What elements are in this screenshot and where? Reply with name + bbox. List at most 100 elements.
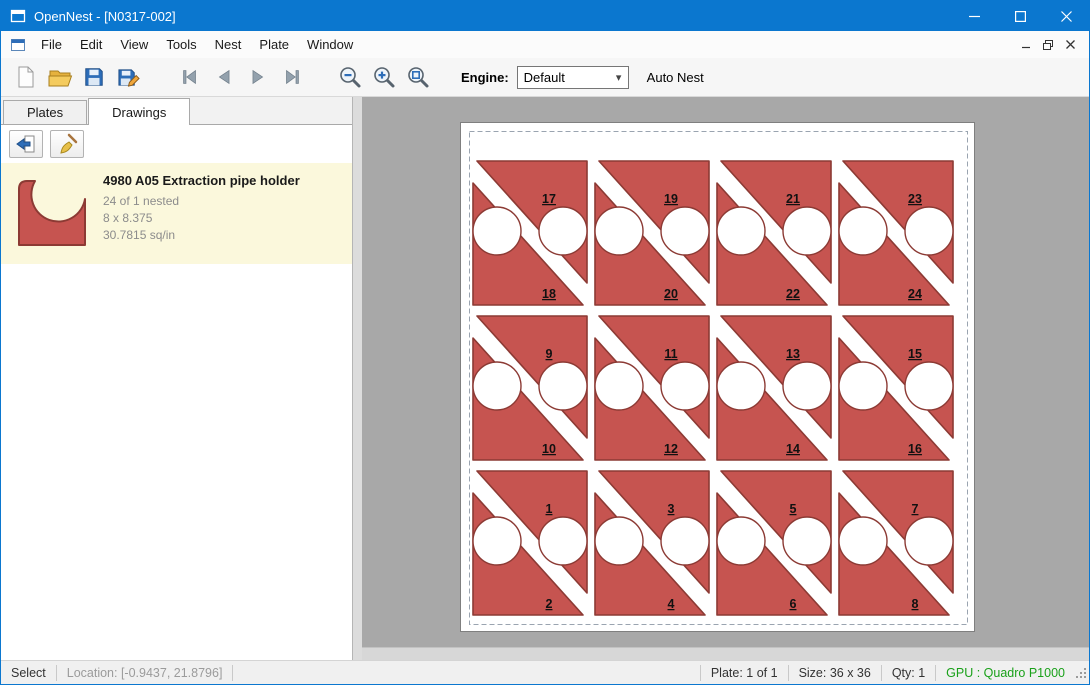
maximize-button[interactable] [997, 1, 1043, 31]
nest-canvas[interactable]: 171819202122232491011121314151612345678 [362, 97, 1089, 660]
new-button[interactable] [9, 61, 43, 93]
menu-item-plate[interactable]: Plate [250, 31, 298, 58]
zoom-fit-icon [406, 65, 430, 89]
status-separator [232, 665, 233, 681]
main-toolbar: Engine: Default ▾ Auto Nest [1, 58, 1089, 97]
open-button[interactable] [43, 61, 77, 93]
part-number-label: 23 [908, 192, 922, 206]
part-number-label: 1 [546, 502, 553, 516]
horizontal-scrollbar[interactable] [362, 647, 1089, 660]
part-number-label: 5 [790, 502, 797, 516]
minimize-button[interactable] [951, 1, 997, 31]
part-thumbnail [11, 169, 103, 256]
menu-item-nest[interactable]: Nest [206, 31, 251, 58]
part-number-label: 8 [912, 597, 919, 611]
engine-label: Engine: [461, 70, 509, 85]
title-bar: OpenNest - [N0317-002] [1, 1, 1089, 31]
import-drawing-button[interactable] [9, 130, 43, 158]
drawing-dimensions: 8 x 8.375 [103, 210, 300, 227]
window-title: OpenNest - [N0317-002] [34, 9, 176, 24]
mdi-minimize-button[interactable] [1015, 35, 1037, 55]
mdi-system-icon[interactable] [10, 37, 26, 53]
zoom-in-button[interactable] [367, 61, 401, 93]
status-size: Size: 36 x 36 [789, 661, 881, 684]
nested-part-pair[interactable]: 23 24 [839, 161, 953, 305]
part-number-label: 15 [908, 347, 922, 361]
app-window: OpenNest - [N0317-002] File Edit View To… [0, 0, 1090, 685]
menu-item-file[interactable]: File [32, 31, 71, 58]
close-button[interactable] [1043, 1, 1089, 31]
part-number-label: 22 [786, 287, 800, 301]
nav-next-button[interactable] [241, 61, 275, 93]
part-number-label: 12 [664, 442, 678, 456]
save-edit-button[interactable] [111, 61, 145, 93]
part-number-label: 24 [908, 287, 922, 301]
part-number-label: 11 [664, 347, 677, 361]
part-number-label: 21 [786, 192, 800, 206]
save-button[interactable] [77, 61, 111, 93]
zoom-fit-button[interactable] [401, 61, 435, 93]
nested-part-pair[interactable]: 1920 [595, 161, 709, 305]
save-icon [83, 66, 105, 88]
nav-prev-button[interactable] [207, 61, 241, 93]
part-number-label: 17 [542, 192, 556, 206]
part-number-label: 16 [908, 442, 922, 456]
status-qty: Qty: 1 [882, 661, 935, 684]
save-edit-icon [117, 66, 140, 89]
auto-nest-button[interactable]: Auto Nest [647, 70, 704, 85]
nested-part-pair[interactable]: 78 [839, 471, 953, 615]
mdi-close-button[interactable] [1059, 35, 1081, 55]
chevron-down-icon: ▾ [610, 71, 628, 84]
part-number-label: 14 [786, 442, 800, 456]
drawing-list-empty-area [1, 264, 352, 660]
part-number-label: 7 [912, 502, 919, 516]
nested-part-pair[interactable]: 910 [473, 316, 587, 460]
nav-first-button[interactable] [173, 61, 207, 93]
resize-grip[interactable] [1075, 667, 1087, 682]
zoom-out-button[interactable] [333, 61, 367, 93]
menu-item-tools[interactable]: Tools [157, 31, 205, 58]
drawing-nested-count: 24 of 1 nested [103, 193, 300, 210]
menu-item-edit[interactable]: Edit [71, 31, 111, 58]
engine-value: Default [518, 70, 610, 85]
drawings-panel: Plates Drawings 4980 A05 Extractio [1, 97, 353, 660]
status-plate: Plate: 1 of 1 [701, 661, 788, 684]
clear-drawings-button[interactable] [50, 130, 84, 158]
open-folder-icon [48, 66, 73, 88]
menu-item-window[interactable]: Window [298, 31, 362, 58]
status-gpu: GPU : Quadro P1000 [936, 661, 1075, 684]
nested-part-pair[interactable]: 12 [473, 471, 587, 615]
status-mode: Select [1, 661, 56, 684]
zoom-in-icon [372, 65, 396, 89]
menu-item-view[interactable]: View [111, 31, 157, 58]
tab-drawings[interactable]: Drawings [88, 98, 190, 125]
status-bar: Select Location: [-0.9437, 21.8796] Plat… [1, 660, 1089, 684]
app-icon [10, 8, 26, 24]
first-arrow-icon [178, 66, 202, 88]
new-file-icon [15, 65, 37, 89]
nested-part-pair[interactable]: 1718 [473, 161, 587, 305]
panel-tabstrip: Plates Drawings [1, 97, 352, 125]
part-number-label: 19 [664, 192, 678, 206]
panel-splitter[interactable] [353, 97, 362, 660]
drawing-list-item[interactable]: 4980 A05 Extraction pipe holder 24 of 1 … [1, 163, 352, 264]
mdi-restore-button[interactable] [1037, 35, 1059, 55]
nested-part-pair[interactable]: 56 [717, 471, 831, 615]
nav-last-button[interactable] [275, 61, 309, 93]
engine-select[interactable]: Default ▾ [517, 66, 629, 89]
last-arrow-icon [280, 66, 304, 88]
nested-part-pair[interactable]: 21 22 [717, 161, 831, 305]
prev-arrow-icon [212, 66, 236, 88]
nested-part-pair[interactable]: 11 12 [595, 316, 709, 460]
drawings-toolbar [1, 125, 352, 163]
plate[interactable]: 171819202122232491011121314151612345678 [460, 122, 975, 632]
nested-part-pair[interactable]: 13 14 [717, 316, 831, 460]
part-number-label: 13 [786, 347, 800, 361]
part-number-label: 2 [546, 597, 553, 611]
tab-plates[interactable]: Plates [3, 100, 87, 124]
nested-part-pair[interactable]: 34 [595, 471, 709, 615]
part-number-label: 3 [668, 502, 675, 516]
part-number-label: 20 [664, 287, 678, 301]
part-number-label: 9 [546, 347, 553, 361]
nested-part-pair[interactable]: 1516 [839, 316, 953, 460]
